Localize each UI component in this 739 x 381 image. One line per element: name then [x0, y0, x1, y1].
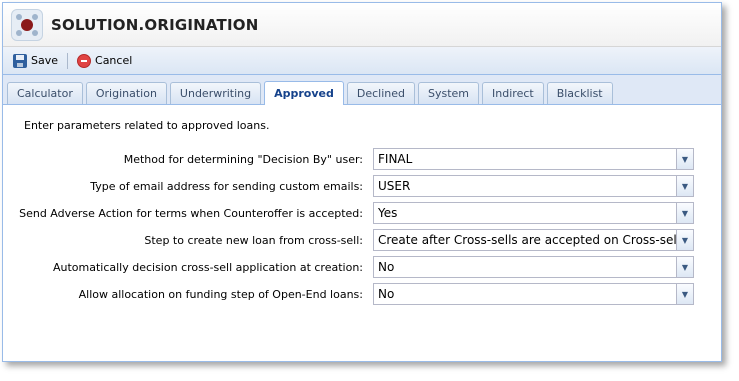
tab-indirect[interactable]: Indirect — [482, 82, 544, 104]
field-label-decision-by: Method for determining "Decision By" use… — [123, 152, 363, 166]
floppy-disk-icon — [13, 53, 27, 68]
auto-decision-value: No — [378, 260, 395, 274]
adverse-action-select[interactable]: Yes ▼ — [373, 202, 694, 224]
decision-by-select[interactable]: FINAL ▼ — [373, 148, 694, 170]
cancel-label: Cancel — [95, 54, 133, 67]
app-logo-icon — [11, 8, 43, 41]
tab-blacklist[interactable]: Blacklist — [546, 82, 613, 104]
email-type-value: USER — [378, 179, 411, 193]
auto-decision-select[interactable]: No ▼ — [373, 256, 694, 278]
tab-strip: Calculator Origination Underwriting Appr… — [3, 75, 721, 105]
field-label-auto-decision: Automatically decision cross-sell applic… — [52, 260, 363, 274]
tab-underwriting[interactable]: Underwriting — [169, 82, 262, 104]
intro-text: Enter parameters related to approved loa… — [24, 119, 270, 132]
field-label-allocation: Allow allocation on funding step of Open… — [78, 287, 363, 301]
tab-approved[interactable]: Approved — [264, 81, 344, 105]
save-label: Save — [31, 54, 59, 67]
cross-sell-step-select[interactable]: Create after Cross-sells are accepted on… — [373, 229, 694, 251]
cross-sell-step-value: Create after Cross-sells are accepted on… — [378, 233, 676, 247]
app-window: SOLUTION.ORIGINATION Save Cancel Calcula… — [2, 2, 722, 362]
email-type-select[interactable]: USER ▼ — [373, 175, 694, 197]
form-row-email-type: Type of email address for sending custom… — [3, 175, 723, 197]
tab-calculator[interactable]: Calculator — [7, 82, 83, 104]
save-button[interactable]: Save — [9, 50, 62, 72]
tab-system[interactable]: System — [418, 82, 480, 104]
tab-origination[interactable]: Origination — [85, 82, 167, 104]
toolbar-separator — [67, 52, 69, 69]
form-row-cross-sell-step: Step to create new loan from cross-sell:… — [3, 229, 723, 251]
toolbar: Save Cancel — [3, 47, 721, 75]
field-label-adverse-action: Send Adverse Action for terms when Count… — [19, 206, 363, 220]
form-row-auto-decision: Automatically decision cross-sell applic… — [3, 256, 723, 278]
adverse-action-value: Yes — [378, 206, 398, 220]
cancel-circle-icon — [77, 53, 92, 68]
window-title: SOLUTION.ORIGINATION — [51, 15, 259, 34]
allocation-select[interactable]: No ▼ — [373, 283, 694, 305]
allocation-value: No — [378, 287, 395, 301]
chevron-down-icon[interactable]: ▼ — [676, 257, 693, 277]
form-row-decision-by: Method for determining "Decision By" use… — [3, 148, 723, 170]
chevron-down-icon[interactable]: ▼ — [676, 203, 693, 223]
title-bar: SOLUTION.ORIGINATION — [3, 3, 721, 47]
decision-by-value: FINAL — [378, 152, 413, 166]
chevron-down-icon[interactable]: ▼ — [676, 176, 693, 196]
field-label-email-type: Type of email address for sending custom… — [90, 179, 363, 193]
form-row-adverse-action: Send Adverse Action for terms when Count… — [3, 202, 723, 224]
form-row-allocation: Allow allocation on funding step of Open… — [3, 283, 723, 305]
tab-declined[interactable]: Declined — [346, 82, 415, 104]
field-label-cross-sell-step: Step to create new loan from cross-sell: — [144, 233, 363, 247]
cancel-button[interactable]: Cancel — [73, 50, 136, 72]
chevron-down-icon[interactable]: ▼ — [676, 284, 693, 304]
chevron-down-icon[interactable]: ▼ — [676, 230, 693, 250]
chevron-down-icon[interactable]: ▼ — [676, 149, 693, 169]
